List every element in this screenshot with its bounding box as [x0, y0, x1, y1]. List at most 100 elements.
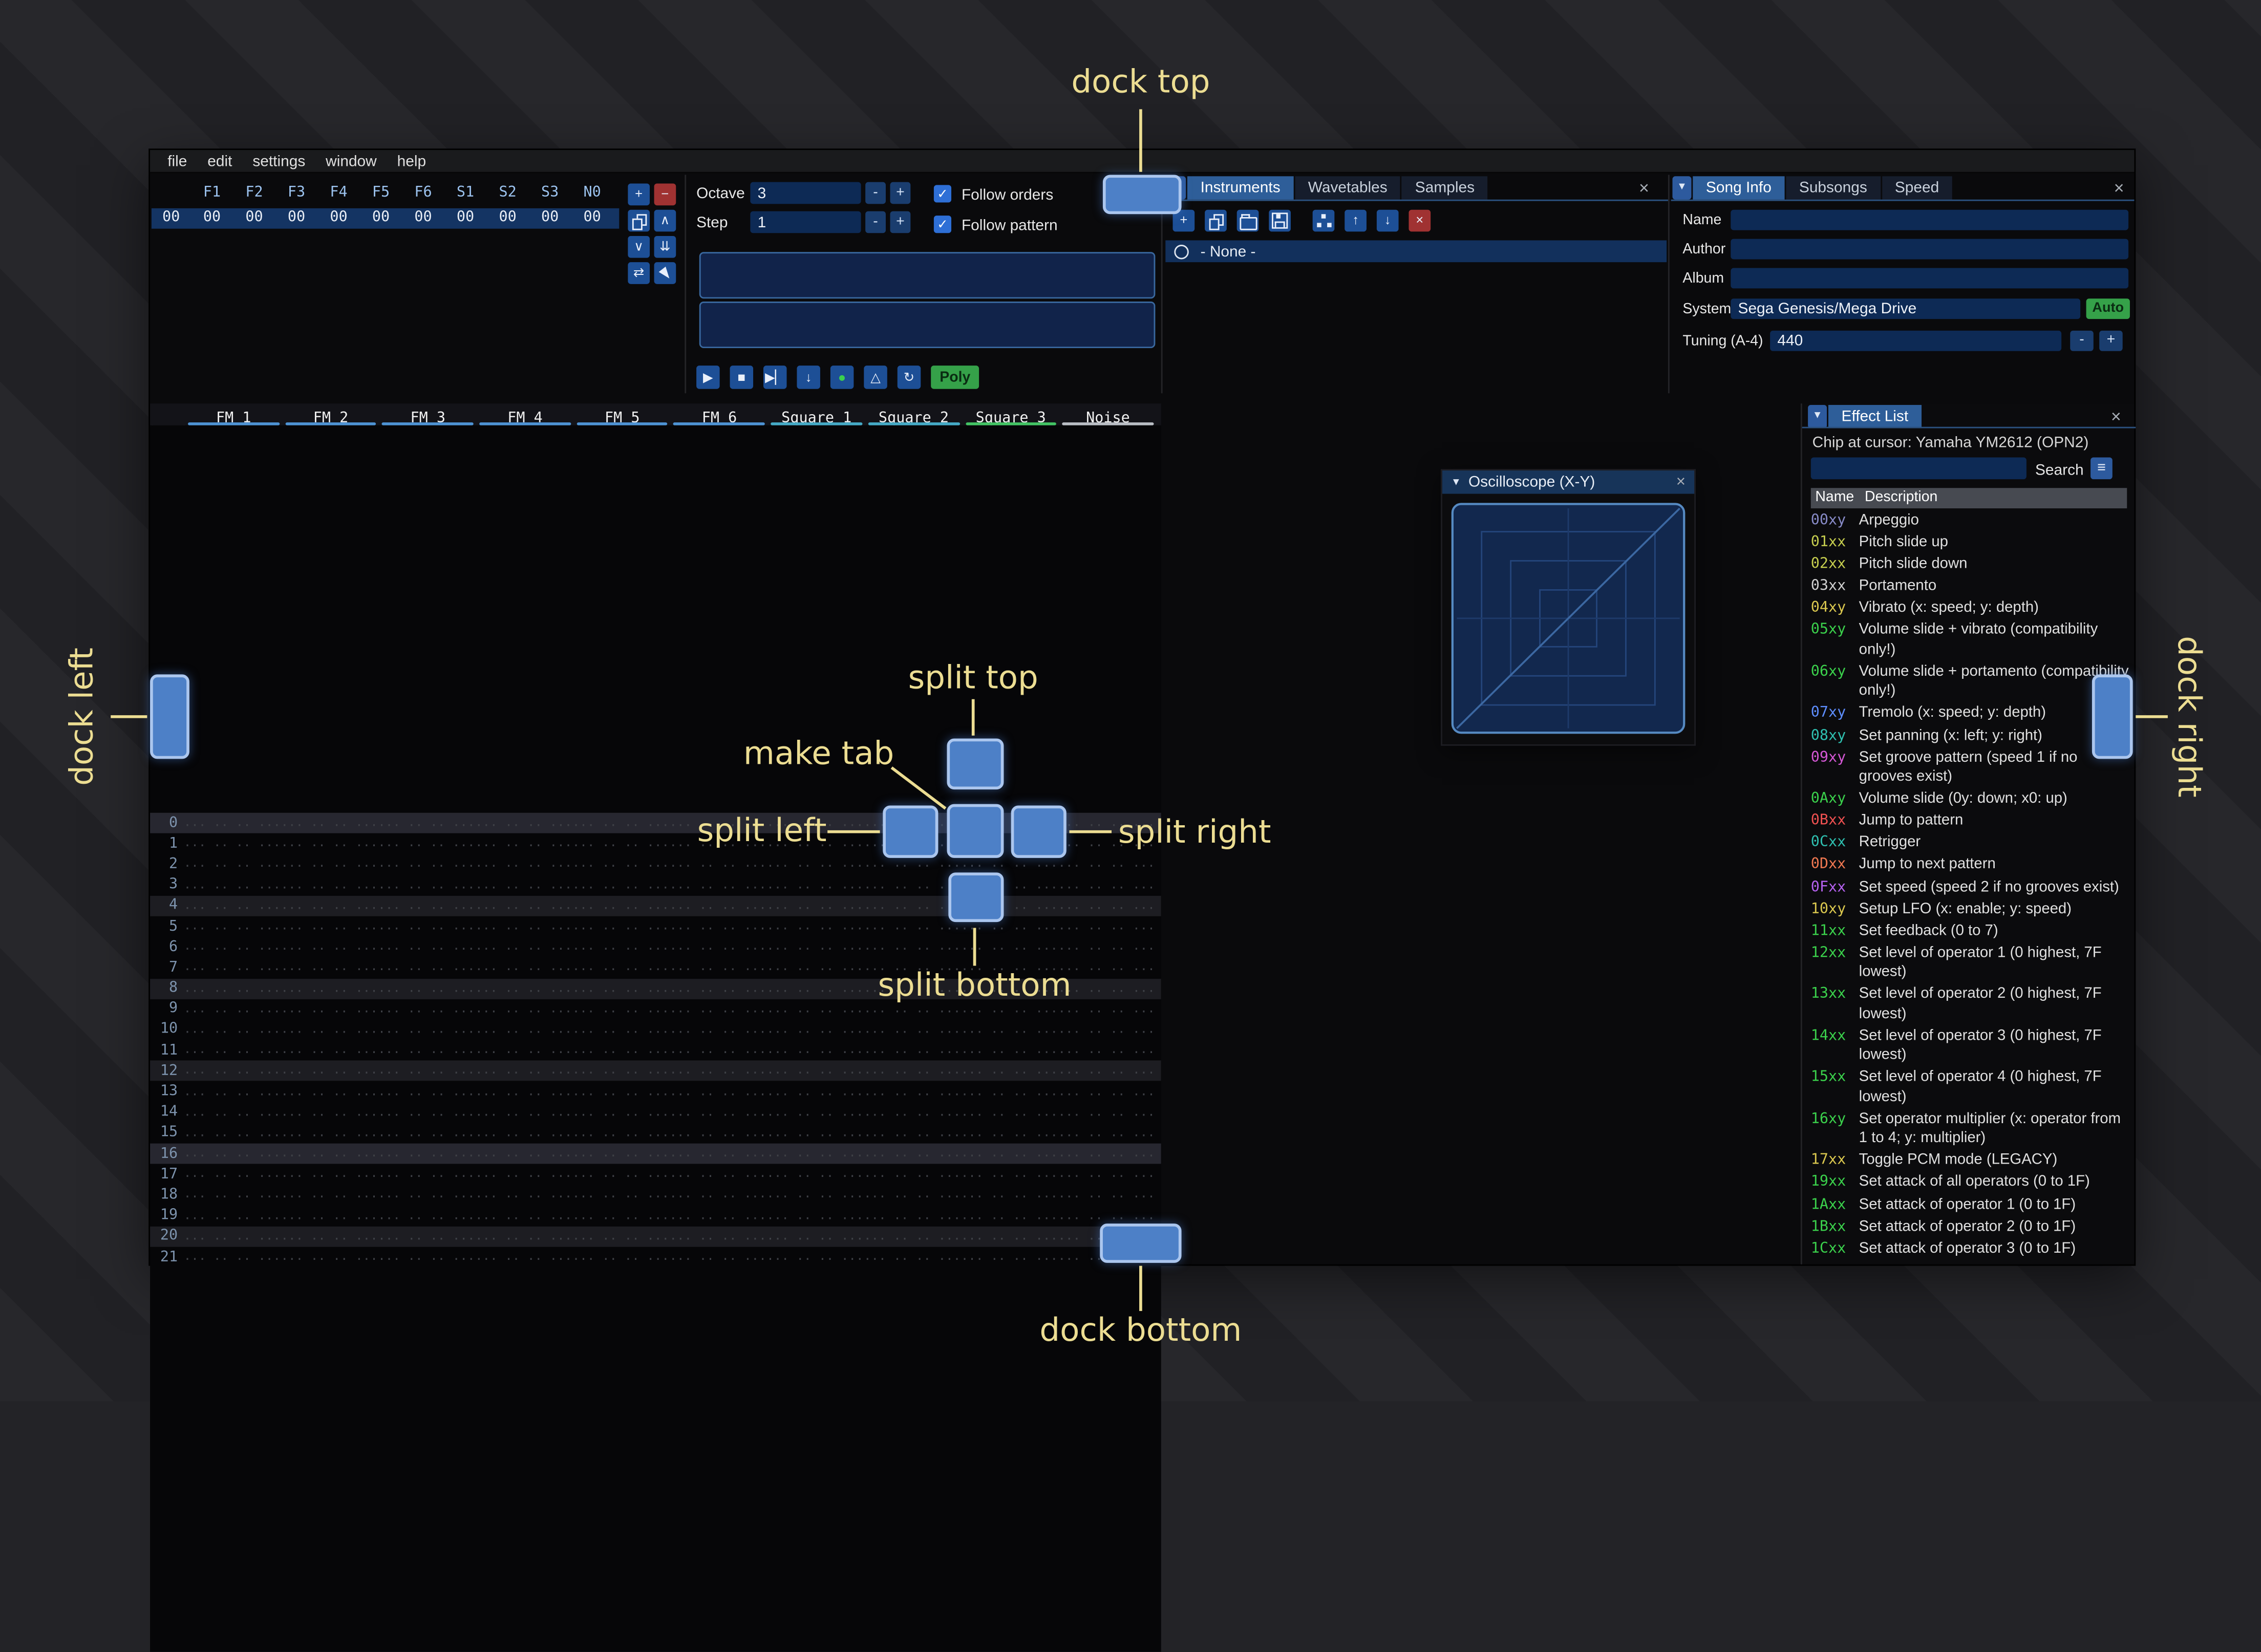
- instruments-close-button[interactable]: ×: [1639, 179, 1649, 197]
- pattern-row[interactable]: 0... .. .. ...... .. .. ...... .. .. ...…: [150, 812, 1161, 834]
- pattern-row[interactable]: 3... .. .. ...... .. .. ...... .. .. ...…: [150, 875, 1161, 895]
- effect-list-menu-button[interactable]: ≡: [2091, 457, 2113, 480]
- pattern-cell[interactable]: ... .. .. ...: [475, 981, 572, 996]
- pattern-cell[interactable]: ... .. .. ...: [475, 1167, 572, 1182]
- pattern-cell[interactable]: ... .. .. ...: [961, 1147, 1058, 1161]
- effect-list-collapse-button[interactable]: ▼: [1808, 405, 1827, 428]
- song-album-input[interactable]: [1731, 268, 2129, 289]
- pattern-cell[interactable]: ... .. .. ...: [378, 1209, 475, 1223]
- pattern-cell[interactable]: ... .. .. ...: [669, 960, 766, 975]
- pattern-row[interactable]: 11... .. .. ...... .. .. ...... .. .. ..…: [150, 1040, 1161, 1061]
- instrument-move-down-button[interactable]: ↓: [1376, 209, 1399, 232]
- instrument-duplicate-button[interactable]: [1205, 209, 1227, 232]
- order-duplicate-end-button[interactable]: ⇊: [654, 235, 676, 258]
- channel-header-fm-3[interactable]: FM 3: [379, 403, 477, 427]
- pattern-cell[interactable]: ... .. .. ...: [961, 1209, 1058, 1223]
- pattern-cell[interactable]: ... .. .. ...: [378, 857, 475, 871]
- order-move-down-button[interactable]: ∨: [628, 235, 650, 258]
- pattern-cell[interactable]: ... .. .. ...: [281, 1002, 378, 1016]
- channel-header-square-1[interactable]: Square 1: [768, 403, 865, 427]
- pattern-cell[interactable]: ... .. .. ...: [864, 1167, 961, 1182]
- channel-header-fm-1[interactable]: FM 1: [185, 403, 282, 427]
- pattern-cell[interactable]: ... .. .. ...: [184, 981, 281, 996]
- pattern-row[interactable]: 13... .. .. ...... .. .. ...... .. .. ..…: [150, 1082, 1161, 1102]
- song-info-collapse-button[interactable]: ▼: [1672, 176, 1692, 200]
- pattern-cell[interactable]: ... .. .. ...: [766, 898, 864, 913]
- pattern-cell[interactable]: ... .. .. ...: [1058, 1043, 1155, 1058]
- pattern-cell[interactable]: ... .. .. ...: [766, 1043, 864, 1058]
- pattern-cell[interactable]: ... .. .. ...: [184, 1250, 281, 1264]
- pattern-cell[interactable]: ... .. .. ...: [864, 1147, 961, 1161]
- pattern-cell[interactable]: ... .. .. ...: [475, 1105, 572, 1120]
- menu-item-file[interactable]: file: [157, 152, 197, 169]
- pattern-row[interactable]: 14... .. .. ...... .. .. ...... .. .. ..…: [150, 1102, 1161, 1123]
- pattern-cell[interactable]: ... .. .. ...: [378, 940, 475, 954]
- pattern-cell[interactable]: ... .. .. ...: [766, 919, 864, 934]
- pattern-cell[interactable]: ... .. .. ...: [669, 1250, 766, 1264]
- step-row-button[interactable]: ↓: [797, 366, 820, 389]
- pattern-cell[interactable]: ... .. .. ...: [766, 878, 864, 892]
- pattern-cell[interactable]: ... .. .. ...: [961, 857, 1058, 871]
- pattern-cell[interactable]: ... .. .. ...: [475, 919, 572, 934]
- pattern-cell[interactable]: ... .. .. ...: [378, 1064, 475, 1078]
- pattern-cell[interactable]: ... .. .. ...: [572, 960, 670, 975]
- pattern-cell[interactable]: ... .. .. ...: [281, 1209, 378, 1223]
- pattern-cell[interactable]: ... .. .. ...: [281, 1064, 378, 1078]
- pattern-cell[interactable]: ... .. .. ...: [1058, 1126, 1155, 1140]
- pattern-cell[interactable]: ... .. .. ...: [572, 836, 670, 851]
- pattern-cell[interactable]: ... .. .. ...: [378, 1126, 475, 1140]
- play-button[interactable]: ▶: [696, 366, 720, 389]
- tuning-increase-button[interactable]: +: [2099, 330, 2123, 351]
- pattern-cell[interactable]: ... .. .. ...: [669, 1126, 766, 1140]
- pattern-row[interactable]: 15... .. .. ...... .. .. ...... .. .. ..…: [150, 1123, 1161, 1143]
- pattern-cell[interactable]: ... .. .. ...: [475, 1209, 572, 1223]
- pattern-cell[interactable]: ... .. .. ...: [669, 919, 766, 934]
- pattern-cell[interactable]: ... .. .. ...: [378, 1105, 475, 1120]
- pattern-cell[interactable]: ... .. .. ...: [281, 981, 378, 996]
- pattern-cell[interactable]: ... .. .. ...: [1058, 1167, 1155, 1182]
- tab-speed[interactable]: Speed: [1882, 176, 1952, 200]
- pattern-cell[interactable]: ... .. .. ...: [961, 1229, 1058, 1243]
- pattern-cell[interactable]: ... .. .. ...: [184, 1105, 281, 1120]
- pattern-cell[interactable]: ... .. .. ...: [766, 1022, 864, 1037]
- pattern-cell[interactable]: ... .. .. ...: [1058, 1084, 1155, 1099]
- tuning-decrease-button[interactable]: -: [2070, 330, 2094, 351]
- octave-increase-button[interactable]: +: [890, 182, 911, 204]
- channel-header-square-2[interactable]: Square 2: [865, 403, 963, 427]
- pattern-cell[interactable]: ... .. .. ...: [572, 1022, 670, 1037]
- pattern-cell[interactable]: ... .. .. ...: [961, 1043, 1058, 1058]
- pattern-cell[interactable]: ... .. .. ...: [669, 1064, 766, 1078]
- pattern-cell[interactable]: ... .. .. ...: [475, 960, 572, 975]
- pattern-cell[interactable]: ... .. .. ...: [281, 898, 378, 913]
- pattern-cell[interactable]: ... .. .. ...: [184, 1167, 281, 1182]
- pattern-row[interactable]: 19... .. .. ...... .. .. ...... .. .. ..…: [150, 1206, 1161, 1226]
- pattern-cell[interactable]: ... .. .. ...: [864, 857, 961, 871]
- pattern-cell[interactable]: ... .. .. ...: [378, 1147, 475, 1161]
- metronome-button[interactable]: △: [864, 366, 887, 389]
- pattern-row[interactable]: 18... .. .. ...... .. .. ...... .. .. ..…: [150, 1185, 1161, 1205]
- pattern-cell[interactable]: ... .. .. ...: [669, 981, 766, 996]
- pattern-cell[interactable]: ... .. .. ...: [572, 1064, 670, 1078]
- pattern-cell[interactable]: ... .. .. ...: [475, 1188, 572, 1202]
- pattern-cell[interactable]: ... .. .. ...: [281, 940, 378, 954]
- pattern-cell[interactable]: ... .. .. ...: [475, 1147, 572, 1161]
- dock-bottom-button[interactable]: [1100, 1224, 1182, 1263]
- pattern-cell[interactable]: ... .. .. ...: [572, 1229, 670, 1243]
- follow-pattern-checkbox[interactable]: [933, 216, 952, 233]
- order-cell[interactable]: 00: [571, 208, 613, 229]
- pattern-cell[interactable]: ... .. .. ...: [184, 940, 281, 954]
- menu-item-settings[interactable]: settings: [242, 152, 315, 169]
- pattern-cell[interactable]: ... .. .. ...: [1058, 1188, 1155, 1202]
- pattern-cell[interactable]: ... .. .. ...: [475, 1229, 572, 1243]
- split-top-button[interactable]: [947, 738, 1004, 790]
- pattern-cell[interactable]: ... .. .. ...: [184, 1022, 281, 1037]
- pattern-cell[interactable]: ... .. .. ...: [281, 1167, 378, 1182]
- pattern-cell[interactable]: ... .. .. ...: [766, 1105, 864, 1120]
- pattern-cell[interactable]: ... .. .. ...: [864, 919, 961, 934]
- order-index[interactable]: 00: [152, 208, 191, 229]
- pattern-cell[interactable]: ... .. .. ...: [281, 1043, 378, 1058]
- pattern-cell[interactable]: ... .. .. ...: [669, 1229, 766, 1243]
- pattern-cell[interactable]: ... .. .. ...: [864, 1229, 961, 1243]
- instrument-list-item[interactable]: - None -: [1165, 240, 1667, 263]
- pattern-cell[interactable]: ... .. .. ...: [281, 1022, 378, 1037]
